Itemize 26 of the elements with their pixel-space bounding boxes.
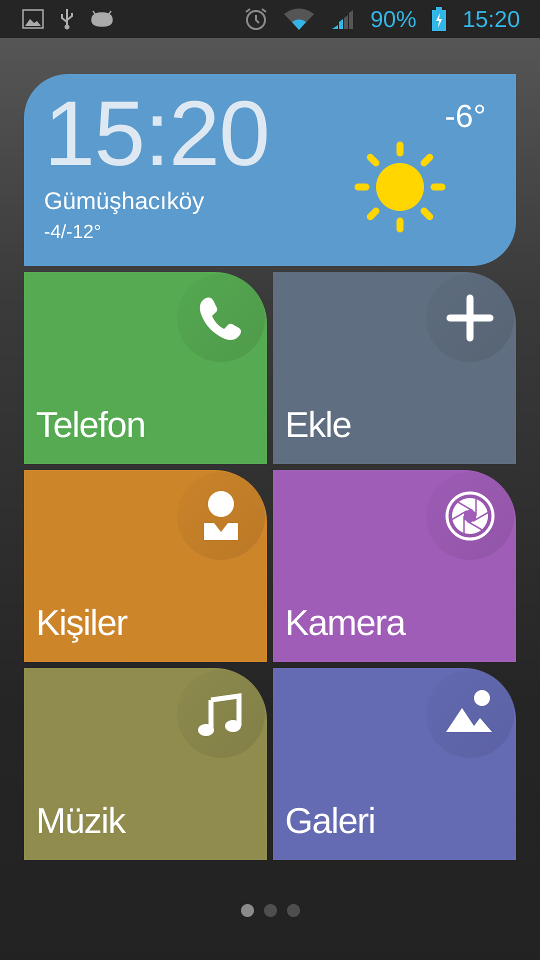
page-indicator-dot[interactable]	[286, 904, 300, 917]
status-time: 15:20	[462, 6, 520, 32]
location-name: Gümüşhacıköy	[44, 188, 206, 216]
current-temperature: -6°	[444, 98, 486, 135]
sun-icon	[354, 141, 446, 233]
alarm-clock-icon	[244, 7, 268, 31]
app-tile[interactable]: Telefon	[24, 272, 267, 464]
image-icon	[22, 9, 44, 29]
temperature-range: -4/-12°	[44, 222, 102, 244]
app-tile[interactable]: Galeri	[273, 668, 516, 860]
battery-percent: 90%	[370, 6, 416, 32]
app-tile[interactable]: Kişiler	[24, 470, 267, 662]
clock-time: 15:20	[44, 88, 270, 180]
plus-icon	[444, 292, 496, 344]
wifi-icon	[284, 8, 314, 30]
aperture-icon	[444, 490, 496, 542]
battery-charging-icon	[432, 7, 446, 31]
app-tile[interactable]: Müzik	[24, 668, 267, 860]
signal-icon	[330, 7, 354, 31]
page-indicator-dot[interactable]	[264, 904, 276, 917]
app-tile[interactable]: Kamera	[273, 470, 516, 662]
usb-icon	[60, 8, 74, 30]
app-tile[interactable]: Ekle	[273, 272, 516, 464]
page-indicator-dot[interactable]	[240, 904, 254, 917]
android-icon	[90, 10, 114, 28]
clock-weather-widget[interactable]: 15:20 Gümüşhacıköy -4/-12° -6°	[24, 74, 516, 266]
